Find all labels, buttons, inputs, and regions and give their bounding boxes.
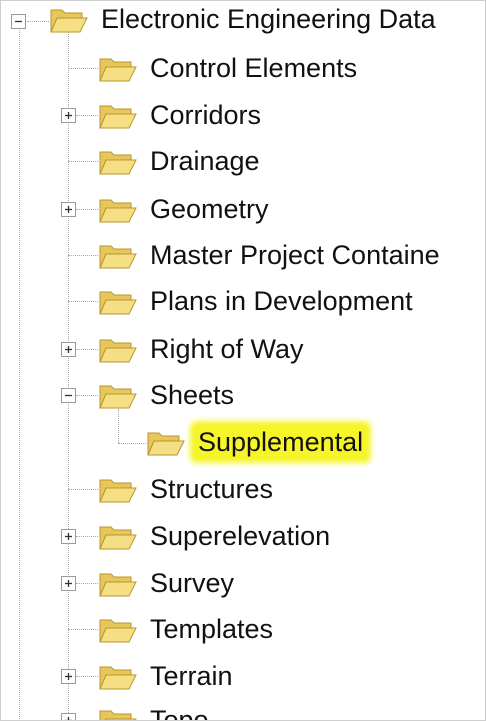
right-of-way-expand-toggle[interactable]	[61, 342, 76, 357]
tree-node-master-project-container[interactable]: Master Project Containe	[98, 235, 444, 275]
tree-node-drainage[interactable]: Drainage	[98, 141, 264, 181]
tree-node-superelevation[interactable]: Superelevation	[98, 516, 334, 556]
tree-connector	[68, 161, 98, 162]
tree-node-templates[interactable]: Templates	[98, 609, 277, 649]
tree-connector	[68, 629, 98, 630]
superelevation-expand-toggle[interactable]	[61, 529, 76, 544]
folder-icon	[99, 710, 137, 720]
tree-node-label: Plans in Development	[150, 286, 413, 316]
folder-icon	[99, 339, 137, 363]
tree-node-right-of-way[interactable]: Right of Way	[98, 329, 308, 369]
tree-node-sheets[interactable]: Sheets	[98, 375, 238, 415]
tree-node-label: Survey	[150, 568, 235, 598]
tree-connector	[76, 115, 98, 116]
tree-connector	[76, 349, 98, 350]
folder-open-icon	[99, 385, 137, 409]
sheets-collapse-toggle[interactable]	[61, 388, 76, 403]
tree-connector	[68, 68, 98, 69]
folder-icon	[99, 619, 137, 643]
geometry-expand-toggle[interactable]	[61, 202, 76, 217]
survey-expand-toggle[interactable]	[61, 576, 76, 591]
folder-icon	[99, 151, 137, 175]
folder-icon	[147, 432, 185, 456]
tree-node-survey[interactable]: Survey	[98, 563, 238, 603]
topo-expand-toggle[interactable]	[61, 713, 76, 720]
tree-node-geometry[interactable]: Geometry	[98, 189, 273, 229]
tree-node-label-highlighted: Supplemental	[194, 425, 368, 459]
tree-node-label: Corridors	[150, 100, 262, 130]
folder-icon	[99, 291, 137, 315]
tree-connector	[27, 21, 49, 22]
tree-node-control-elements[interactable]: Control Elements	[98, 48, 361, 88]
tree-connector	[68, 489, 98, 490]
tree-node-label: Structures	[150, 474, 274, 504]
folder-tree-panel: Electronic Engineering Data Control Elem…	[0, 0, 486, 721]
tree-node-label: Templates	[150, 614, 274, 644]
root-collapse-toggle[interactable]	[11, 14, 26, 29]
folder-icon	[99, 105, 137, 129]
folder-icon	[99, 58, 137, 82]
folder-icon	[99, 199, 137, 223]
tree-node-label: Electronic Engineering Data	[101, 4, 436, 34]
folder-icon	[99, 666, 137, 690]
tree-guide-line-root	[19, 25, 20, 720]
tree-connector	[68, 255, 98, 256]
tree-node-plans-in-development[interactable]: Plans in Development	[98, 281, 417, 321]
tree-node-corridors[interactable]: Corridors	[98, 95, 265, 135]
folder-icon	[99, 526, 137, 550]
tree-node-label: Terrain	[150, 661, 233, 691]
tree-node-label: Master Project Containe	[150, 240, 440, 270]
corridors-expand-toggle[interactable]	[61, 108, 76, 123]
folder-icon	[99, 245, 137, 269]
tree-node-root[interactable]: Electronic Engineering Data	[49, 1, 440, 39]
tree-connector	[118, 443, 146, 444]
tree-node-label: Control Elements	[150, 53, 358, 83]
tree-guide-line-level1	[68, 31, 69, 720]
tree-node-label: Geometry	[150, 194, 269, 224]
tree-connector	[76, 536, 98, 537]
tree-connector	[76, 209, 98, 210]
tree-connector	[76, 583, 98, 584]
tree-node-structures[interactable]: Structures	[98, 469, 277, 509]
tree-connector	[76, 676, 98, 677]
tree-node-label: Right of Way	[150, 334, 304, 364]
tree-node-label: Sheets	[150, 380, 235, 410]
folder-icon	[99, 573, 137, 597]
folder-icon	[99, 479, 137, 503]
terrain-expand-toggle[interactable]	[61, 669, 76, 684]
tree-node-topo[interactable]: Topo	[98, 700, 213, 721]
tree-node-supplemental[interactable]: Supplemental	[146, 422, 368, 462]
tree-connector	[76, 395, 98, 396]
tree-node-label: Drainage	[150, 146, 260, 176]
tree-node-label: Superelevation	[150, 521, 331, 551]
tree-node-terrain[interactable]: Terrain	[98, 656, 237, 696]
folder-open-icon	[50, 9, 88, 33]
tree-connector	[68, 301, 98, 302]
tree-node-label: Topo	[150, 705, 209, 721]
